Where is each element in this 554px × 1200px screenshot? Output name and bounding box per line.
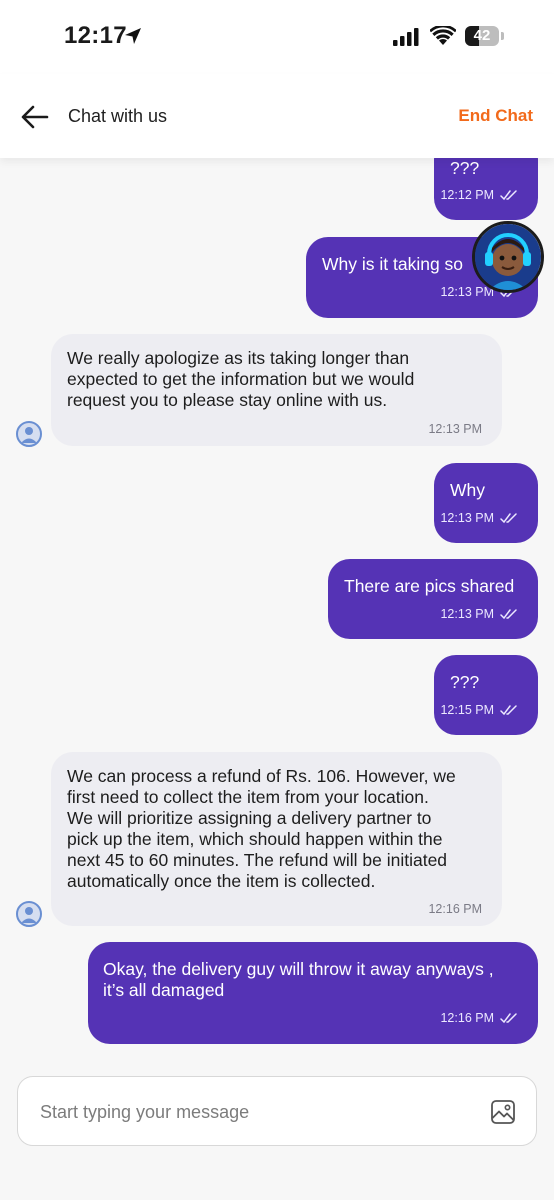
read-ticks-icon: [500, 513, 517, 524]
message-time: 12:13 PM: [440, 285, 494, 299]
chat-header: Chat with us End Chat: [0, 74, 554, 158]
message-text: We really apologize as its taking longer…: [67, 348, 415, 410]
message-time: 12:13 PM: [440, 511, 494, 525]
message-time: 12:12 PM: [440, 188, 494, 202]
status-bar: 12:17 42: [0, 0, 554, 74]
agent-avatar-icon: [16, 421, 42, 447]
end-chat-button[interactable]: End Chat: [458, 106, 533, 126]
outgoing-message: Why 12:13 PM: [434, 463, 538, 543]
attach-image-icon[interactable]: [490, 1099, 516, 1125]
message-time: 12:16 PM: [428, 902, 482, 916]
read-ticks-icon: [500, 705, 517, 716]
message-text: Why is it taking so: [322, 254, 464, 274]
agent-face-icon: [475, 224, 541, 290]
message-time: 12:13 PM: [428, 422, 482, 436]
wifi-icon: [430, 26, 456, 45]
agent-avatar-icon: [16, 901, 42, 927]
battery-level-text: 42: [473, 27, 491, 44]
outgoing-message: ??? 12:15 PM: [434, 655, 538, 735]
message-text: There are pics shared: [344, 576, 515, 596]
outgoing-message: Okay, the delivery guy will throw it awa…: [88, 942, 538, 1044]
message-text: Okay, the delivery guy will throw it awa…: [103, 959, 494, 1000]
outgoing-message: There are pics shared 12:13 PM: [328, 559, 538, 639]
status-time: 12:17: [64, 22, 127, 49]
read-ticks-icon: [500, 190, 517, 201]
message-composer: [17, 1076, 537, 1146]
outgoing-message: ??? 12:12 PM: [434, 158, 538, 220]
message-input[interactable]: [38, 1095, 482, 1129]
battery-indicator: 42: [465, 26, 505, 48]
message-text: We can process a refund of Rs. 106. Howe…: [67, 766, 456, 891]
message-time: 12:13 PM: [440, 607, 494, 621]
read-ticks-icon: [500, 609, 517, 620]
chat-messages: ??? 12:12 PM Why is it taking so 12:13 P…: [0, 158, 554, 1058]
incoming-message: We can process a refund of Rs. 106. Howe…: [51, 752, 502, 926]
incoming-message: We really apologize as its taking longer…: [51, 334, 502, 446]
back-arrow-icon[interactable]: [20, 104, 50, 130]
message-text: ???: [450, 672, 480, 692]
message-text: ???: [450, 158, 480, 178]
location-arrow-icon: [125, 28, 141, 44]
page-title: Chat with us: [68, 106, 168, 126]
message-time: 12:15 PM: [440, 703, 494, 717]
message-time: 12:16 PM: [440, 1011, 494, 1025]
support-agent-avatar[interactable]: [472, 221, 544, 293]
cellular-signal-icon: [393, 28, 419, 46]
message-text: Why: [450, 480, 485, 500]
read-ticks-icon: [500, 1013, 517, 1024]
